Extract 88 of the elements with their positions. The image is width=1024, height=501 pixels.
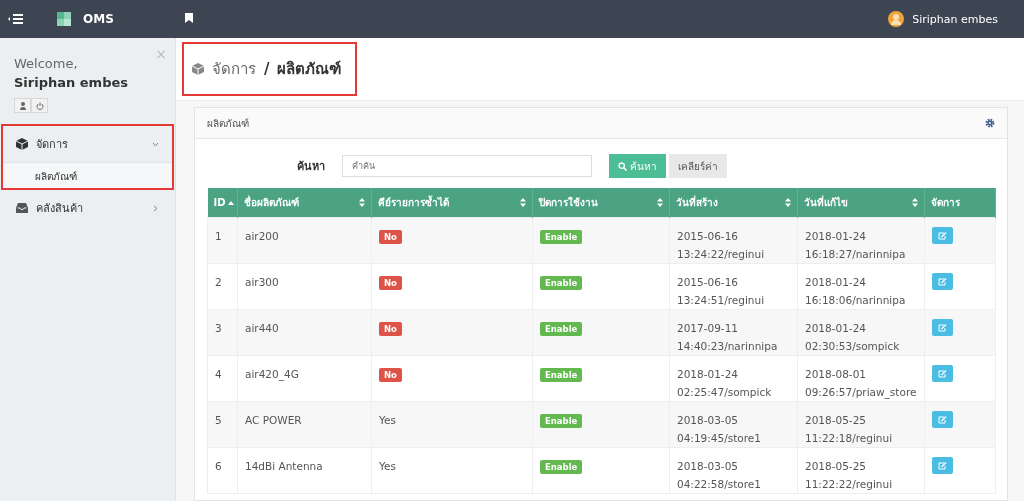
sort-icon[interactable] — [359, 198, 365, 207]
user-name[interactable]: Siriphan embes — [912, 12, 998, 26]
edit-button[interactable] — [932, 365, 953, 382]
column-header[interactable]: ปิดการใช้งาน — [532, 188, 670, 218]
clear-button[interactable]: เคลียร์ค่า — [669, 154, 727, 178]
edit-button[interactable] — [932, 457, 953, 474]
edit-icon — [938, 415, 947, 424]
sidebar-subitem[interactable]: ผลิตภัณฑ์ — [2, 162, 173, 189]
status-badge: No — [379, 368, 402, 382]
sort-icon[interactable] — [912, 198, 918, 207]
column-header[interactable]: คีย์รายการซ้ำได้ — [371, 188, 533, 218]
column-header[interactable]: วันที่สร้าง — [669, 188, 798, 218]
status-badge: Enable — [540, 460, 583, 474]
page-title: ผลิตภัณฑ์ — [277, 59, 342, 80]
created-cell: 2018-03-05 04:19:45/store1 — [677, 414, 761, 444]
id-cell: 5 — [215, 414, 222, 426]
edit-icon — [938, 323, 947, 332]
edit-button[interactable] — [932, 411, 953, 428]
edit-icon — [938, 461, 947, 470]
modified-cell: 2018-08-01 09:26:57/priaw_store — [805, 368, 917, 398]
breadcrumb-parent[interactable]: จัดการ — [212, 57, 256, 81]
menu-toggle-icon[interactable] — [8, 14, 23, 24]
search-label: ค้นหา — [296, 159, 326, 175]
sidebar-item[interactable]: คลังสินค้า — [2, 189, 173, 226]
id-cell: 6 — [215, 460, 222, 472]
modified-cell: 2018-01-24 02:30:53/sompick — [805, 322, 900, 352]
duplicate-cell: Yes — [379, 460, 396, 472]
product-name-cell: air440 — [245, 322, 279, 334]
modified-cell: 2018-05-25 11:22:22/reginui — [805, 460, 893, 490]
edit-icon — [938, 231, 947, 240]
status-badge: Enable — [540, 230, 583, 244]
close-icon[interactable]: × — [155, 46, 167, 62]
edit-button[interactable] — [932, 319, 953, 336]
settings-icon[interactable] — [985, 118, 995, 128]
welcome-text: Welcome, Siriphan embes — [13, 55, 130, 92]
brand-name[interactable]: OMS — [83, 12, 114, 26]
column-header[interactable]: ID — [207, 188, 238, 218]
product-name-cell: 14dBi Antenna — [245, 460, 323, 472]
product-name-cell: air420_4G — [245, 368, 299, 380]
status-badge: Enable — [540, 322, 583, 336]
status-badge: Enable — [540, 276, 583, 290]
edit-button[interactable] — [932, 273, 953, 290]
product-name-cell: air200 — [245, 230, 279, 242]
modified-cell: 2018-01-24 16:18:27/narinnipa — [805, 230, 906, 260]
profile-button[interactable] — [14, 98, 31, 113]
created-cell: 2018-03-05 04:22:58/store1 — [677, 460, 761, 490]
inbox-icon — [16, 203, 28, 213]
id-cell: 4 — [215, 368, 222, 380]
created-cell: 2015-06-16 13:24:22/reginui — [677, 230, 765, 260]
duplicate-cell: Yes — [379, 414, 396, 426]
cube-icon — [16, 138, 28, 150]
search-field[interactable]: คำค้น — [342, 155, 592, 177]
search-icon — [618, 161, 627, 171]
sort-icon[interactable] — [785, 198, 791, 207]
id-cell: 1 — [215, 230, 222, 242]
sort-icon[interactable] — [657, 198, 663, 207]
status-badge: No — [379, 230, 402, 244]
breadcrumb-separator: / — [264, 60, 270, 78]
column-header[interactable]: วันที่แก้ไข — [797, 188, 925, 218]
sort-icon[interactable] — [520, 198, 526, 207]
power-button[interactable] — [31, 98, 48, 113]
column-header[interactable]: ชื่อผลิตภัณฑ์ — [237, 188, 372, 218]
avatar-icon[interactable] — [888, 11, 905, 27]
created-cell: 2018-01-24 02:25:47/sompick — [677, 368, 772, 398]
user-icon — [19, 101, 26, 110]
bookmark-icon[interactable] — [185, 12, 193, 23]
logo-icon — [57, 12, 71, 26]
product-name-cell: air300 — [245, 276, 279, 288]
created-cell: 2015-06-16 13:24:51/reginui — [677, 276, 765, 306]
modified-cell: 2018-05-25 11:22:18/reginui — [805, 414, 893, 444]
edit-icon — [938, 369, 947, 378]
sort-ascending-icon[interactable] — [227, 200, 234, 205]
product-name-cell: AC POWER — [245, 414, 302, 426]
id-cell: 2 — [215, 276, 222, 288]
created-cell: 2017-09-11 14:40:23/narinnipa — [677, 322, 778, 352]
status-badge: No — [379, 276, 402, 290]
status-badge: Enable — [540, 368, 583, 382]
modified-cell: 2018-01-24 16:18:06/narinnipa — [805, 276, 906, 306]
cube-icon — [192, 63, 204, 75]
search-button[interactable]: ค้นหา — [609, 154, 666, 178]
edit-button[interactable] — [932, 227, 953, 244]
column-header[interactable]: จัดการ — [924, 188, 996, 218]
status-badge: Enable — [540, 414, 583, 428]
status-badge: No — [379, 322, 402, 336]
edit-icon — [938, 277, 947, 286]
power-icon — [35, 101, 44, 110]
panel-title: ผลิตภัณฑ์ — [207, 116, 249, 131]
id-cell: 3 — [215, 322, 222, 334]
